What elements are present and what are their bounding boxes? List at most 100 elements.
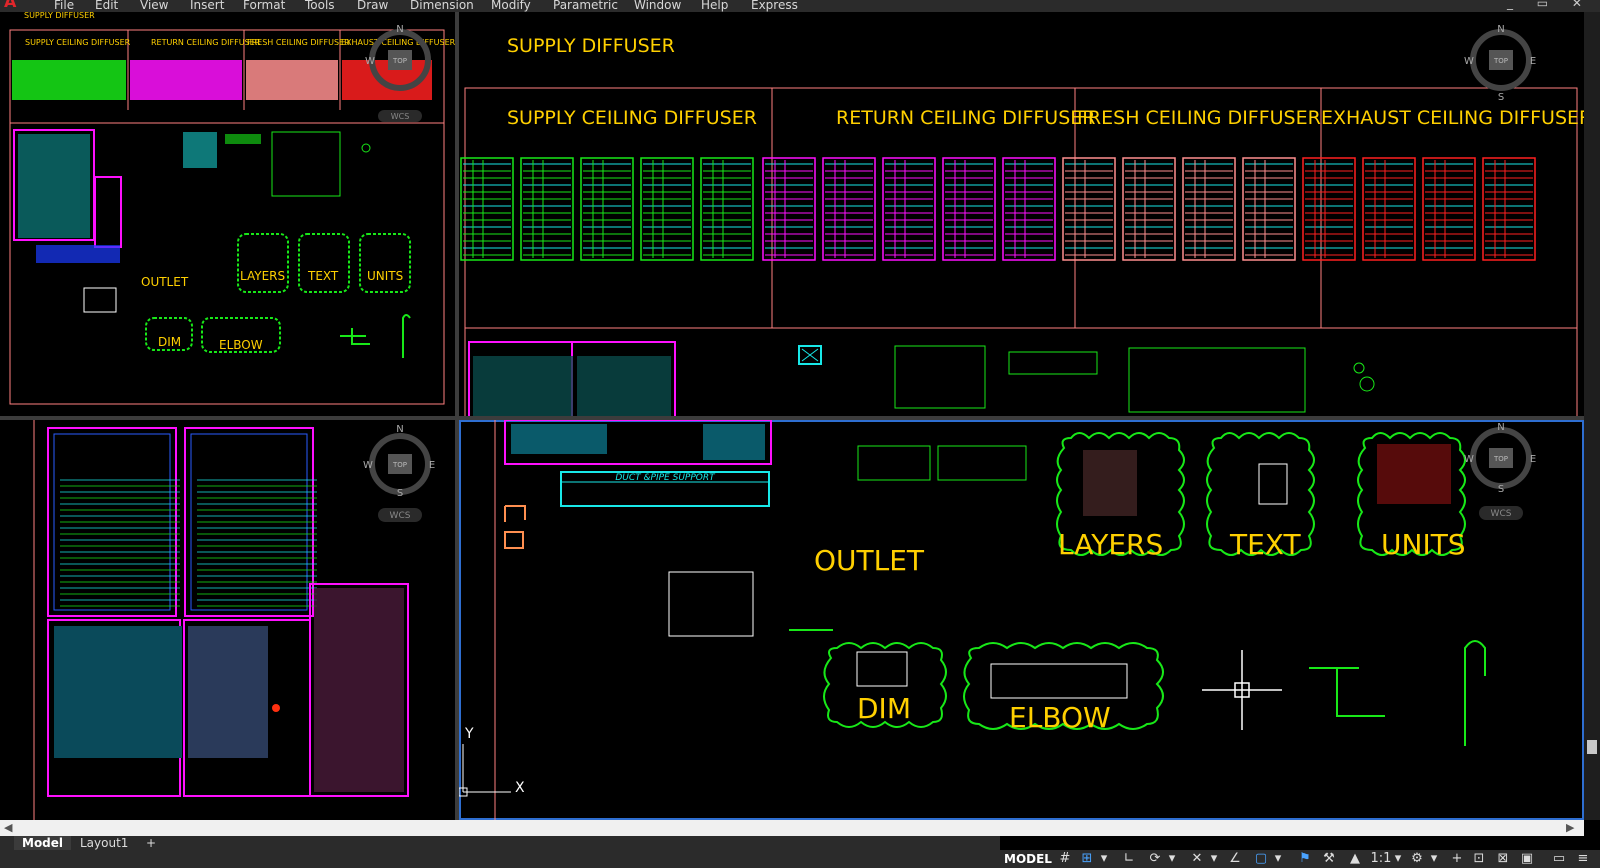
header-exhaust: EXHAUST CEILING DIFFUSER xyxy=(1321,107,1584,129)
window-controls[interactable]: _ ▭ ✕ xyxy=(1507,0,1592,9)
viewport-bottom-left[interactable]: N S W E TOP WCS xyxy=(0,420,455,820)
compass-south: S xyxy=(397,488,403,499)
detail-fill xyxy=(511,424,607,454)
legend-table xyxy=(937,445,1027,481)
compass-north: N xyxy=(1497,24,1504,35)
title-sheet-fill xyxy=(577,356,671,416)
model-space-button[interactable]: MODEL xyxy=(1004,850,1052,868)
scroll-thumb[interactable] xyxy=(1587,740,1597,754)
wcs-label: WCS xyxy=(1491,509,1512,519)
isodraft-icon[interactable]: ✕ xyxy=(1188,850,1206,868)
viewcube[interactable]: N S W E TOP xyxy=(1464,24,1536,103)
customize-menu-icon[interactable]: ≡ xyxy=(1574,850,1592,868)
drawing-canvas-1: SUPPLY DIFFUSER SUPPLY CEILING DIFFUSER … xyxy=(9,12,455,405)
elbow-label: ELBOW xyxy=(1009,701,1111,734)
hardware-acceleration-icon[interactable]: ⊠ xyxy=(1494,850,1512,868)
menu-tools[interactable]: Tools xyxy=(305,0,335,11)
text-label: TEXT xyxy=(1229,528,1301,561)
isolate-objects-icon[interactable]: ⊡ xyxy=(1470,850,1488,868)
detail-strip xyxy=(36,245,120,263)
tab-layout1[interactable]: Layout1 xyxy=(72,836,136,850)
layers-block xyxy=(237,233,289,293)
detail-fill xyxy=(188,626,268,758)
snap-icon[interactable]: ⊞ xyxy=(1078,850,1096,868)
schedule-sheet xyxy=(822,157,876,261)
schedule-sheet xyxy=(580,157,634,261)
title-sheet-fill xyxy=(473,356,573,416)
viewcube[interactable]: N S W E TOP WCS xyxy=(363,424,435,522)
schedule-sheet xyxy=(1242,157,1296,261)
fullscreen-icon[interactable]: ▭ xyxy=(1550,850,1568,868)
ortho-icon[interactable]: ∟ xyxy=(1120,850,1138,868)
ucs-icon: X Y xyxy=(459,726,525,797)
menu-edit[interactable]: Edit xyxy=(95,0,118,11)
schedule-sheet xyxy=(1362,157,1416,261)
chevron-down-icon[interactable]: ▾ xyxy=(1098,850,1110,868)
chevron-down-icon[interactable]: ▾ xyxy=(1208,850,1220,868)
supply-schedule-thumb xyxy=(12,60,126,100)
hook-symbol xyxy=(402,314,411,358)
vertical-scrollbar[interactable] xyxy=(1584,12,1600,820)
annotation-scale-icon[interactable]: ▲ xyxy=(1346,850,1364,868)
menu-help[interactable]: Help xyxy=(701,0,728,11)
grid-icon[interactable]: # xyxy=(1056,850,1074,868)
menu-parametric[interactable]: Parametric xyxy=(553,0,618,11)
menu-view[interactable]: View xyxy=(140,0,168,11)
clean-screen-icon[interactable]: ▣ xyxy=(1518,850,1536,868)
menu-draw[interactable]: Draw xyxy=(357,0,388,11)
return-schedule-thumb xyxy=(130,60,242,100)
scroll-left-icon[interactable]: ◀ xyxy=(4,820,12,836)
dim-label: DIM xyxy=(857,692,911,725)
viewcube-top-label: TOP xyxy=(392,461,407,469)
chevron-down-icon[interactable]: ▾ xyxy=(1272,850,1284,868)
object-snap-tracking-icon[interactable]: ∠ xyxy=(1226,850,1244,868)
annotation-visibility-icon[interactable]: ⚑ xyxy=(1296,850,1314,868)
scroll-right-icon[interactable]: ▶ xyxy=(1566,820,1574,836)
outlet-detail-box xyxy=(83,287,117,313)
header-fresh: FRESH CEILING DIFFUSER xyxy=(247,38,350,47)
menu-format[interactable]: Format xyxy=(243,0,285,11)
compass-east: E xyxy=(1530,454,1536,465)
detail-sheet xyxy=(94,176,122,248)
auto-scale-icon[interactable]: ⚒ xyxy=(1320,850,1338,868)
marker-symbol xyxy=(272,704,280,712)
compass-west: W xyxy=(363,460,373,471)
viewport-top-left[interactable]: SUPPLY DIFFUSER SUPPLY CEILING DIFFUSER … xyxy=(0,12,455,416)
viewport-splitter-horizontal[interactable] xyxy=(0,416,1584,420)
chevron-down-icon[interactable]: ▾ xyxy=(1166,850,1178,868)
header-fresh: FRESH CEILING DIFFUSER xyxy=(1077,107,1321,129)
schedule-sheet xyxy=(1122,157,1176,261)
gear-icon[interactable]: ⚙ xyxy=(1408,850,1426,868)
menu-insert[interactable]: Insert xyxy=(190,0,224,11)
viewport-top-right[interactable]: SUPPLY DIFFUSER SUPPLY CEILING DIFFUSER … xyxy=(459,12,1584,416)
menu-file[interactable]: File xyxy=(54,0,74,11)
autocad-logo-icon[interactable]: A xyxy=(4,0,16,10)
schedule-sheet xyxy=(1002,157,1056,261)
layers-legend xyxy=(1083,450,1137,516)
compass-south: S xyxy=(1498,484,1504,495)
viewport-bottom-right-active[interactable]: DUCT &PIPE SUPPORT OUTLET LAYERS TEXT UN… xyxy=(459,420,1584,820)
polar-icon[interactable]: ⟳ xyxy=(1146,850,1164,868)
add-icon[interactable]: + xyxy=(1448,850,1466,868)
horizontal-scrollbar[interactable]: ◀ ▶ xyxy=(0,820,1584,836)
legend-table xyxy=(857,445,931,481)
schedule-sheet xyxy=(460,157,514,261)
annotation-scale-value[interactable]: 1:1 xyxy=(1370,850,1392,868)
add-layout-icon[interactable]: + xyxy=(138,836,164,850)
circle-symbol xyxy=(1359,376,1375,392)
outlet-label: OUTLET xyxy=(141,275,189,289)
header-supply: SUPPLY CEILING DIFFUSER xyxy=(25,38,131,47)
compass-north: N xyxy=(396,24,403,35)
duct-support-title: DUCT &PIPE SUPPORT xyxy=(615,473,716,483)
viewcube[interactable]: N S W E TOP WCS xyxy=(1464,422,1536,520)
menu-window[interactable]: Window xyxy=(634,0,681,11)
header-supply: SUPPLY CEILING DIFFUSER xyxy=(507,107,757,129)
menu-modify[interactable]: Modify xyxy=(491,0,531,11)
menu-express[interactable]: Express xyxy=(751,0,798,11)
support-symbol xyxy=(1309,667,1385,717)
chevron-down-icon[interactable]: ▾ xyxy=(1392,850,1404,868)
object-snap-icon[interactable]: ▢ xyxy=(1252,850,1270,868)
chevron-down-icon[interactable]: ▾ xyxy=(1428,850,1440,868)
menu-dimension[interactable]: Dimension xyxy=(410,0,474,11)
header-return: RETURN CEILING DIFFUSER xyxy=(151,38,261,47)
